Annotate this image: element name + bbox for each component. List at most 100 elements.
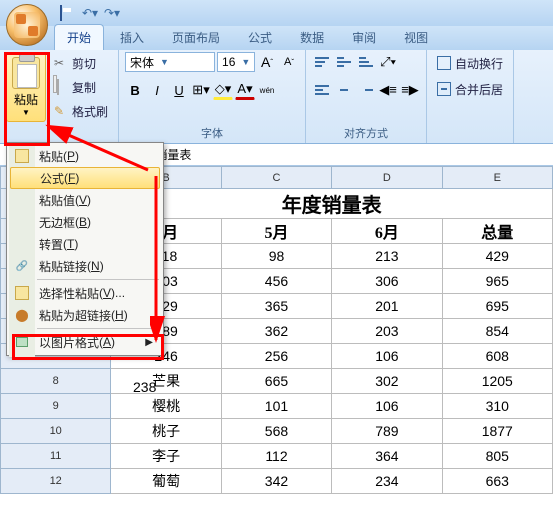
cell[interactable]: 桃子 bbox=[111, 419, 221, 444]
menu-paste-special[interactable]: 选择性粘贴(V)... bbox=[9, 282, 161, 304]
cell[interactable]: 695 bbox=[442, 294, 552, 319]
cell[interactable]: 342 bbox=[221, 469, 331, 494]
row-header-11[interactable]: 11 bbox=[1, 444, 111, 469]
cell[interactable]: 203 bbox=[332, 319, 442, 344]
cell[interactable]: 665 bbox=[221, 369, 331, 394]
cell[interactable]: 306 bbox=[332, 269, 442, 294]
format-painter-button[interactable]: ✎ 格式刷 bbox=[50, 100, 112, 122]
cell-title[interactable]: 年度销量表 bbox=[111, 189, 553, 219]
cell[interactable]: 365 bbox=[221, 294, 331, 319]
menu-no-border[interactable]: 无边框(B) bbox=[9, 211, 161, 233]
cell[interactable]: 256 bbox=[221, 344, 331, 369]
link-icon: 🔗 bbox=[14, 258, 30, 274]
tab-insert[interactable]: 插入 bbox=[108, 25, 156, 50]
cut-button[interactable]: ✂ 剪切 bbox=[50, 52, 112, 74]
cell[interactable]: 106 bbox=[332, 344, 442, 369]
font-family-combo[interactable]: 宋体 ▼ bbox=[125, 52, 215, 72]
cell[interactable]: 201 bbox=[332, 294, 442, 319]
undo-icon[interactable]: ↶▾ bbox=[82, 6, 96, 20]
chevron-down-icon: ▼ bbox=[160, 57, 169, 67]
decrease-indent-button[interactable]: ◀≡ bbox=[378, 80, 398, 100]
cell[interactable]: 葡萄 bbox=[111, 469, 221, 494]
shrink-font-button[interactable]: Aˇ bbox=[279, 52, 299, 72]
fill-color-button[interactable]: ◇▾ bbox=[213, 80, 233, 100]
row-header-8[interactable]: 8 bbox=[1, 369, 111, 394]
wrap-text-button[interactable]: 自动换行 bbox=[433, 52, 507, 74]
quick-access-toolbar: ↶▾ ↷▾ bbox=[60, 6, 118, 20]
cell[interactable]: 456 bbox=[221, 269, 331, 294]
cell[interactable]: 362 bbox=[221, 319, 331, 344]
menu-paste-values[interactable]: 粘贴值(V) bbox=[9, 189, 161, 211]
cell[interactable]: 芒果 bbox=[111, 369, 221, 394]
tab-data[interactable]: 数据 bbox=[288, 25, 336, 50]
tab-formula[interactable]: 公式 bbox=[236, 25, 284, 50]
tab-home[interactable]: 开始 bbox=[54, 24, 104, 50]
formula-input[interactable]: 年度销量表 bbox=[125, 146, 553, 163]
menu-paste-link[interactable]: 🔗 粘贴链接(N) bbox=[9, 255, 161, 277]
menu-as-hyperlink[interactable]: ⬤ 粘贴为超链接(H) bbox=[9, 304, 161, 326]
align-center-button[interactable] bbox=[334, 80, 354, 100]
increase-indent-button[interactable]: ≡▶ bbox=[400, 80, 420, 100]
align-right-button[interactable] bbox=[356, 80, 376, 100]
cell[interactable]: 樱桃 bbox=[111, 394, 221, 419]
italic-button[interactable]: I bbox=[147, 80, 167, 100]
row-header-9[interactable]: 9 bbox=[1, 394, 111, 419]
align-left-button[interactable] bbox=[312, 80, 332, 100]
menu-paste[interactable]: 粘贴(P) bbox=[9, 145, 161, 167]
tab-view[interactable]: 视图 bbox=[392, 25, 440, 50]
redo-icon[interactable]: ↷▾ bbox=[104, 6, 118, 20]
phonetic-button[interactable]: wén bbox=[257, 80, 277, 100]
paste-button[interactable]: 粘贴 ▼ bbox=[6, 52, 46, 122]
cell[interactable]: 234 bbox=[332, 469, 442, 494]
font-size-combo[interactable]: 16 ▼ bbox=[217, 52, 255, 72]
cell[interactable]: 805 bbox=[442, 444, 552, 469]
col-header-d[interactable]: D bbox=[332, 167, 442, 189]
cell[interactable]: 213 bbox=[332, 244, 442, 269]
merge-center-button[interactable]: 合并后居 bbox=[433, 78, 507, 100]
bold-button[interactable]: B bbox=[125, 80, 145, 100]
tab-layout[interactable]: 页面布局 bbox=[160, 25, 232, 50]
cell[interactable]: 568 bbox=[221, 419, 331, 444]
save-icon[interactable] bbox=[60, 6, 74, 20]
cell[interactable]: 101 bbox=[221, 394, 331, 419]
cell[interactable]: 6月 bbox=[332, 219, 442, 244]
align-bottom-button[interactable] bbox=[356, 52, 376, 72]
col-header-c[interactable]: C bbox=[221, 167, 331, 189]
cell[interactable]: 429 bbox=[442, 244, 552, 269]
grow-font-button[interactable]: Aˆ bbox=[257, 52, 277, 72]
cell[interactable]: 98 bbox=[221, 244, 331, 269]
border-button[interactable]: ⊞▾ bbox=[191, 80, 211, 100]
cell[interactable]: 106 bbox=[332, 394, 442, 419]
menu-as-picture[interactable]: 以图片格式(A) ▶ bbox=[9, 331, 161, 353]
cell[interactable]: 854 bbox=[442, 319, 552, 344]
cell[interactable]: 965 bbox=[442, 269, 552, 294]
align-middle-button[interactable] bbox=[334, 52, 354, 72]
cell[interactable]: 5月 bbox=[221, 219, 331, 244]
cell[interactable]: 112 bbox=[221, 444, 331, 469]
menu-transpose[interactable]: 转置(T) bbox=[9, 233, 161, 255]
office-button[interactable] bbox=[6, 4, 48, 46]
row-header-10[interactable]: 10 bbox=[1, 419, 111, 444]
cell[interactable]: 608 bbox=[442, 344, 552, 369]
cell[interactable]: 364 bbox=[332, 444, 442, 469]
orientation-button[interactable]: ⤢▾ bbox=[378, 52, 398, 72]
col-header-e[interactable]: E bbox=[442, 167, 552, 189]
font-color-button[interactable]: A▾ bbox=[235, 80, 255, 100]
office-logo-icon bbox=[14, 12, 40, 38]
wrap-text-icon bbox=[437, 56, 451, 70]
cell[interactable]: 李子 bbox=[111, 444, 221, 469]
cell[interactable]: 789 bbox=[332, 419, 442, 444]
underline-button[interactable]: U bbox=[169, 80, 189, 100]
row-header-12[interactable]: 12 bbox=[1, 469, 111, 494]
menu-formulas[interactable]: 公式(F) bbox=[10, 167, 160, 189]
cell[interactable]: 310 bbox=[442, 394, 552, 419]
cell[interactable]: 1205 bbox=[442, 369, 552, 394]
copy-button[interactable]: 复制 bbox=[50, 76, 112, 98]
format-painter-label: 格式刷 bbox=[72, 103, 108, 120]
tab-review[interactable]: 审阅 bbox=[340, 25, 388, 50]
cell[interactable]: 总量 bbox=[442, 219, 552, 244]
cell[interactable]: 302 bbox=[332, 369, 442, 394]
align-top-button[interactable] bbox=[312, 52, 332, 72]
cell[interactable]: 663 bbox=[442, 469, 552, 494]
cell[interactable]: 1877 bbox=[442, 419, 552, 444]
